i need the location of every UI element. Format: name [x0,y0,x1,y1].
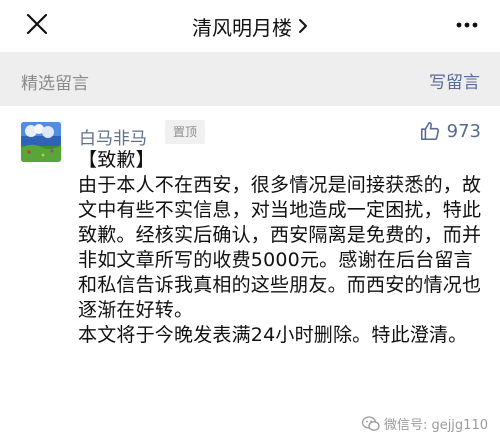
featured-comments-bar: 精选留言 写留言 [0,52,500,106]
like-count: 973 [446,120,481,142]
comment-text: 【致歉】 由于本人不在西安，很多情况是间接获悉的，故文中有些不实信息，对当地造成… [78,149,482,346]
avatar-image [21,122,61,162]
account-title-button[interactable]: 清风明月楼 [0,0,500,52]
like-button[interactable]: 973 [419,120,481,142]
chevron-right-icon [299,19,307,33]
wechat-icon [361,415,380,431]
comment-author[interactable]: 白马非马 [79,124,147,149]
more-dots-icon[interactable] [456,22,478,28]
pinned-badge: 置顶 [165,120,206,144]
top-bar: 清风明月楼 [0,0,500,52]
avatar[interactable] [21,122,61,162]
account-title: 清风明月楼 [192,15,292,40]
section-title: 精选留言 [21,74,89,94]
watermark-text: 微信号: gejjg110 [383,418,488,433]
watermark: 微信号: gejjg110 [361,414,488,433]
thumbs-up-icon [420,121,439,141]
write-comment-link[interactable]: 写留言 [429,68,480,93]
